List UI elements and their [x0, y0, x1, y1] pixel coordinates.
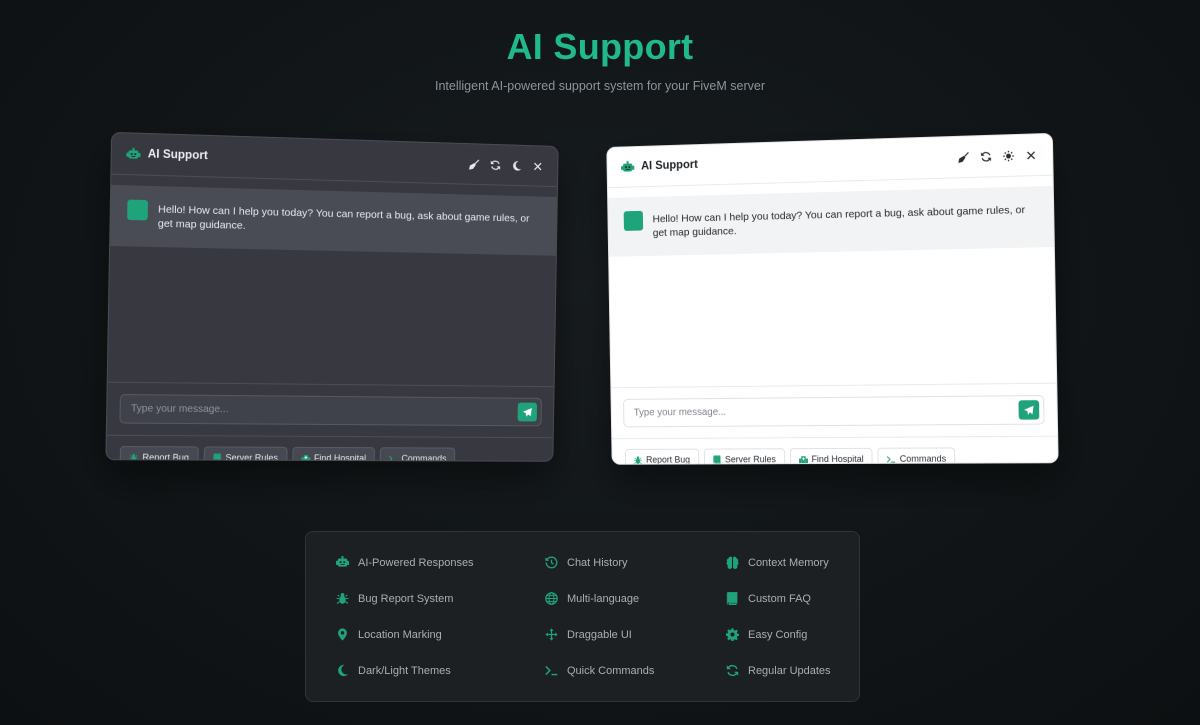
- send-button[interactable]: [1018, 400, 1040, 420]
- feature-item: Location Marking: [336, 628, 442, 641]
- book-icon: [212, 453, 221, 462]
- chat-header[interactable]: AI Support: [607, 133, 1053, 189]
- refresh-icon[interactable]: [979, 149, 992, 163]
- message-input[interactable]: [633, 404, 1019, 419]
- broom-icon[interactable]: [468, 157, 481, 170]
- server-rules-button[interactable]: Server Rules: [203, 446, 288, 462]
- refresh-icon[interactable]: [489, 158, 502, 171]
- send-icon: [522, 407, 532, 417]
- send-icon: [1024, 405, 1034, 415]
- brain-icon: [726, 556, 739, 569]
- feature-item: Multi-language: [545, 592, 639, 605]
- feature-item: Dark/Light Themes: [336, 664, 451, 677]
- feature-item: Draggable UI: [545, 628, 632, 641]
- message-text: Hello! How can I help you today? You can…: [157, 203, 530, 232]
- chat-title: AI Support: [147, 148, 208, 163]
- map-pin-icon: [336, 628, 349, 641]
- feature-item: Regular Updates: [726, 664, 831, 677]
- robot-icon: [621, 160, 635, 173]
- message-list[interactable]: Hello! How can I help you today? You can…: [108, 184, 557, 386]
- feature-item: Quick Commands: [545, 664, 654, 677]
- close-icon[interactable]: [531, 159, 544, 172]
- report-bug-button[interactable]: Report Bug: [119, 446, 199, 462]
- book-icon: [712, 455, 721, 464]
- bug-icon: [336, 592, 349, 605]
- hero-title: AI Support: [506, 26, 694, 67]
- sun-icon[interactable]: [1002, 149, 1016, 163]
- avatar: [623, 210, 644, 231]
- find-hospital-button[interactable]: Find Hospital: [291, 446, 376, 462]
- feature-item: Context Memory: [726, 556, 829, 569]
- report-bug-button[interactable]: Report Bug: [624, 448, 699, 465]
- terminal-icon: [545, 664, 558, 677]
- message-input[interactable]: [130, 403, 518, 418]
- message-text: Hello! How can I help you today? You can…: [652, 203, 1026, 240]
- move-arrows-icon: [545, 628, 558, 641]
- robot-icon: [336, 556, 349, 569]
- bot-message: Hello! How can I help you today? You can…: [608, 185, 1054, 257]
- send-button[interactable]: [517, 402, 538, 422]
- chat-window-light[interactable]: AI Support Hello! How can I help you tod…: [606, 132, 1059, 465]
- globe-icon: [545, 592, 558, 605]
- feature-item: Chat History: [545, 556, 628, 569]
- bug-icon: [634, 455, 643, 464]
- broom-icon[interactable]: [957, 150, 970, 164]
- commands-button[interactable]: Commands: [877, 447, 956, 465]
- refresh-icon: [726, 664, 739, 677]
- bot-message: Hello! How can I help you today? You can…: [110, 184, 557, 256]
- moon-icon[interactable]: [510, 159, 523, 172]
- feature-item: Bug Report System: [336, 592, 453, 605]
- avatar: [127, 199, 149, 221]
- server-rules-button[interactable]: Server Rules: [703, 448, 785, 465]
- hero-subtitle: Intelligent AI-powered support system fo…: [435, 79, 765, 93]
- robot-icon: [126, 147, 141, 161]
- chat-title: AI Support: [641, 158, 698, 173]
- gear-icon: [726, 628, 739, 641]
- message-list[interactable]: Hello! How can I help you today? You can…: [608, 185, 1056, 387]
- quick-actions: Report Bug Server Rules Find Hospital Co…: [612, 437, 1058, 465]
- moon-icon: [336, 664, 349, 677]
- quick-actions: Report Bug Server Rules Find Hospital Co…: [106, 436, 553, 462]
- feature-item: AI-Powered Responses: [336, 556, 474, 569]
- features-panel: AI-Powered Responses Chat History Contex…: [305, 531, 860, 702]
- bug-icon: [129, 453, 138, 462]
- book-icon: [726, 592, 739, 605]
- terminal-icon: [389, 454, 398, 462]
- find-hospital-button[interactable]: Find Hospital: [789, 447, 873, 465]
- terminal-icon: [887, 454, 896, 463]
- commands-button[interactable]: Commands: [379, 447, 456, 462]
- feature-item: Custom FAQ: [726, 592, 811, 605]
- close-icon[interactable]: [1024, 148, 1038, 162]
- chat-header[interactable]: AI Support: [111, 132, 558, 188]
- chat-window-dark[interactable]: AI Support Hello! How can I help you tod…: [105, 131, 559, 462]
- feature-item: Easy Config: [726, 628, 807, 641]
- hospital-icon: [799, 455, 808, 464]
- hospital-icon: [301, 453, 310, 461]
- history-icon: [545, 556, 558, 569]
